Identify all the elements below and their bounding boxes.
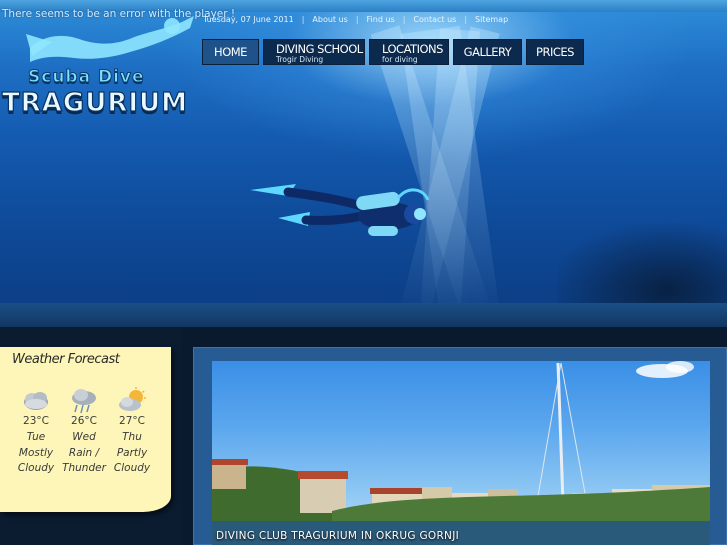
nav-locations[interactable]: LOCATIONS for diving xyxy=(369,39,449,65)
harbor-photo-image xyxy=(212,361,710,545)
separator: | xyxy=(301,15,305,24)
forecast-temp: 23°C xyxy=(23,415,49,427)
nav-diving-school[interactable]: DIVING SCHOOL Trogir Diving xyxy=(263,39,365,65)
coral-silhouette xyxy=(557,180,727,303)
featured-photo[interactable]: DIVING CLUB TRAGURIUM IN OKRUG GORNJI xyxy=(212,361,710,545)
forecast-condition: Rain / xyxy=(68,447,100,459)
logo-tragurium[interactable]: TRAGURIUM xyxy=(1,87,188,118)
nav-locations-label: LOCATIONS xyxy=(382,42,443,56)
forecast-day: 27°C Thu Partly Cloudy xyxy=(109,387,155,476)
weather-title: Weather Forecast xyxy=(12,352,120,367)
forecast-condition: Cloudy xyxy=(17,462,55,474)
partly-cloudy-icon xyxy=(109,387,155,415)
logo-scuba-dive[interactable]: Scuba Dive xyxy=(28,67,145,88)
nav-gallery-label: GALLERY xyxy=(463,45,512,59)
nav-diving-school-sub: Trogir Diving xyxy=(276,55,324,64)
top-meta-bar: Tuesday, 07 June 2011 | About us | Find … xyxy=(203,15,508,24)
separator: | xyxy=(355,15,359,24)
nav-diving-school-label: DIVING SCHOOL xyxy=(276,42,363,56)
forecast-day: 26°C Wed Rain / Thunder xyxy=(61,387,107,476)
nav-prices-label: PRICES xyxy=(536,45,574,59)
thunderstorm-icon xyxy=(61,387,107,415)
weather-forecast-widget: Weather Forecast 23°C Tue Mostly Cloudy xyxy=(0,347,171,512)
forecast-condition: Partly xyxy=(116,447,148,459)
forecast-condition: Cloudy xyxy=(113,462,151,474)
forecast-temp: 27°C xyxy=(119,415,145,427)
separator: | xyxy=(464,15,468,24)
forecast-day-name: Wed xyxy=(72,431,96,443)
nav-locations-sub: for diving xyxy=(382,55,418,64)
forecast-day-name: Tue xyxy=(26,431,46,443)
forecast-day-name: Thu xyxy=(122,431,142,443)
nav-prices[interactable]: PRICES xyxy=(526,39,584,65)
find-us-link[interactable]: Find us xyxy=(367,15,395,24)
sitemap-link[interactable]: Sitemap xyxy=(475,15,508,24)
forecast-condition: Mostly xyxy=(18,447,54,459)
separator: | xyxy=(402,15,406,24)
cloud-icon xyxy=(13,387,59,415)
forecast-day: 23°C Tue Mostly Cloudy xyxy=(13,387,59,476)
forecast-condition: Thunder xyxy=(62,462,106,474)
nav-home-label: HOME xyxy=(214,45,247,59)
current-date: Tuesday, 07 June 2011 xyxy=(203,15,294,24)
scuba-diver-image xyxy=(250,184,430,236)
contact-us-link[interactable]: Contact us xyxy=(413,15,456,24)
banner-bottom-band xyxy=(0,303,727,327)
forecast-temp: 26°C xyxy=(71,415,97,427)
about-us-link[interactable]: About us xyxy=(312,15,347,24)
nav-gallery[interactable]: GALLERY xyxy=(453,39,522,65)
nav-home[interactable]: HOME xyxy=(202,39,259,65)
photo-caption: DIVING CLUB TRAGURIUM IN OKRUG GORNJI xyxy=(216,530,459,542)
